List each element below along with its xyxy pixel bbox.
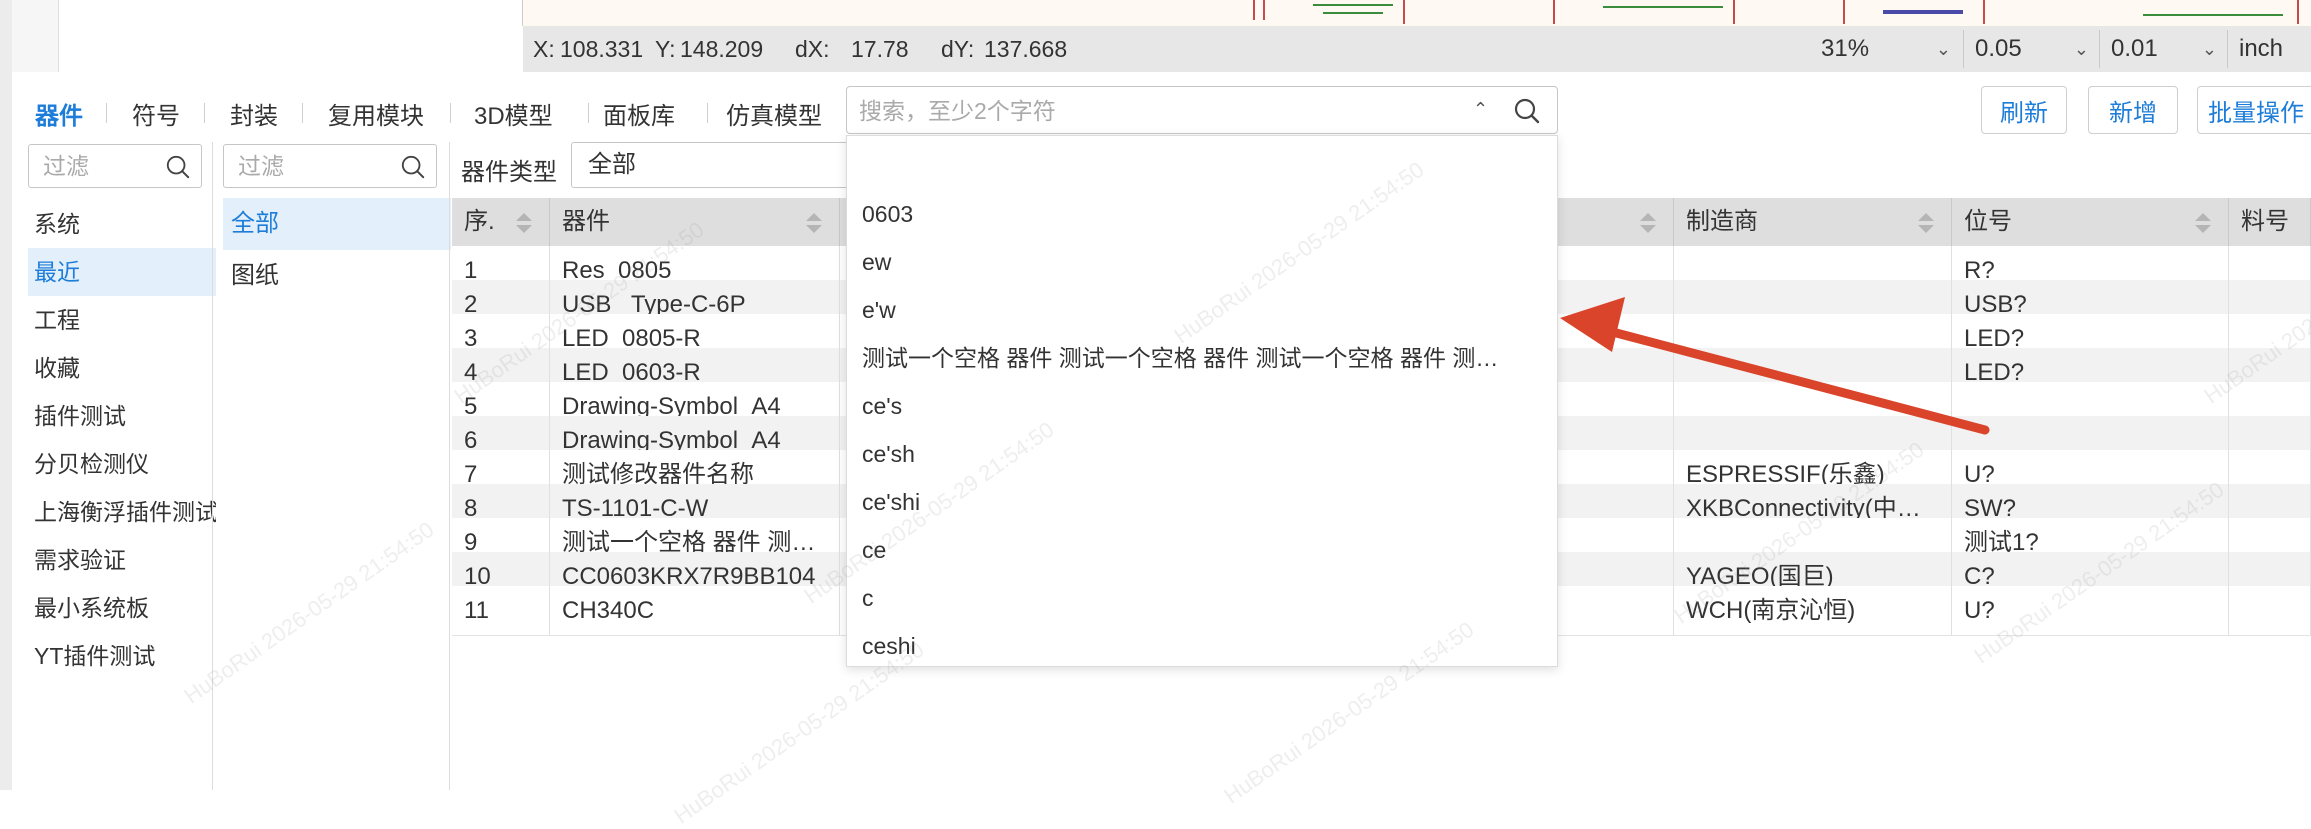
- search-history-dropdown: 0603 ew e'w 测试一个空格 器件 测试一个空格 器件 测试一个空格 器…: [846, 135, 1559, 670]
- category-item-shanghai-plugin[interactable]: 上海衡浮插件测试: [28, 488, 216, 536]
- unit-value: inch: [2239, 35, 2284, 62]
- grid-size-value: 0.05: [1975, 35, 2022, 62]
- zoom-value: 31%: [1821, 35, 1870, 62]
- table-cell: CH340C: [550, 586, 840, 636]
- tab-3d-models[interactable]: 3D模型: [474, 96, 553, 131]
- dx-label: dX:: [795, 36, 830, 62]
- column-header[interactable]: 器件: [550, 198, 840, 246]
- device-type-label: 器件类型: [461, 159, 557, 186]
- category-list: 系统 最近 工程 收藏 插件测试 分贝检测仪 上海衡浮插件测试 需求验证 最小系…: [28, 200, 216, 680]
- category-item-decibel-meter[interactable]: 分贝检测仪: [28, 440, 216, 488]
- column-header[interactable]: 序.: [452, 198, 550, 246]
- search-history-item[interactable]: 0603: [847, 190, 1559, 238]
- sort-icon[interactable]: [515, 211, 533, 235]
- dx-value: 17.78: [851, 36, 909, 62]
- library-panel: 器件 符号 封装 复用模块 3D模型 面板库 仿真模型 ⌃ 刷新 新增 批量操作: [12, 72, 2311, 790]
- search-icon[interactable]: [1513, 97, 1541, 125]
- subcategory-filter-box[interactable]: [223, 144, 437, 188]
- sort-icon[interactable]: [1917, 211, 1935, 235]
- zoom-select[interactable]: 31% ⌄: [1821, 30, 1951, 68]
- schematic-canvas[interactable]: [523, 0, 2311, 26]
- category-item-yt-plugin-test[interactable]: YT插件测试: [28, 632, 216, 680]
- search-history-item[interactable]: 测试一个空格 器件 测试一个空格 器件 测试一个空格 器件 测试一个空格: [847, 334, 1559, 382]
- category-item-plugin-test[interactable]: 插件测试: [28, 392, 216, 440]
- batch-operation-button[interactable]: 批量操作: [2197, 86, 2311, 134]
- tab-simulation-models[interactable]: 仿真模型: [726, 96, 822, 131]
- chevron-down-icon: ⌄: [1935, 38, 1951, 59]
- chevron-down-icon: ⌄: [2201, 38, 2217, 59]
- category-filter-box[interactable]: [28, 144, 202, 188]
- table-cell: U?: [1952, 586, 2229, 636]
- search-history-item[interactable]: ce'sh: [847, 430, 1559, 478]
- column-divider[interactable]: [212, 142, 213, 790]
- sort-icon[interactable]: [805, 211, 823, 235]
- y-label: Y:: [655, 36, 676, 62]
- search-history-item[interactable]: ceshi: [847, 622, 1559, 670]
- snap-size-value: 0.01: [2111, 35, 2158, 62]
- tab-devices[interactable]: 器件: [35, 96, 83, 131]
- column-header-label: 序.: [464, 208, 495, 235]
- search-history-item[interactable]: e'w: [847, 286, 1559, 334]
- column-header-label: 制造商: [1686, 208, 1758, 235]
- chevron-up-icon[interactable]: ⌃: [1473, 99, 1488, 120]
- tab-reuse-blocks[interactable]: 复用模块: [328, 96, 424, 131]
- category-item-favorites[interactable]: 收藏: [28, 344, 216, 392]
- subcategory-item-all[interactable]: 全部: [223, 198, 451, 250]
- search-history-item[interactable]: ce: [847, 526, 1559, 574]
- x-value: 108.331: [560, 36, 644, 62]
- sort-icon[interactable]: [1639, 211, 1657, 235]
- column-header[interactable]: 制造商: [1674, 198, 1952, 246]
- category-item-recent[interactable]: 最近: [28, 248, 216, 296]
- search-history-item[interactable]: ew: [847, 238, 1559, 286]
- search-icon: [166, 155, 190, 179]
- refresh-button[interactable]: 刷新: [1981, 86, 2067, 134]
- add-button[interactable]: 新增: [2088, 86, 2178, 134]
- table-cell: [2229, 586, 2311, 636]
- search-icon: [401, 155, 425, 179]
- unit-select[interactable]: inch: [2239, 30, 2305, 68]
- dy-label: dY:: [941, 36, 975, 62]
- subcategory-item-drawing[interactable]: 图纸: [223, 250, 451, 302]
- search-history-item[interactable]: c: [847, 574, 1559, 622]
- chevron-down-icon: ⌄: [2073, 38, 2089, 59]
- sort-icon[interactable]: [2194, 211, 2212, 235]
- column-header-label: 位号: [1964, 208, 2012, 235]
- y-value: 148.209: [680, 36, 764, 62]
- dy-value: 137.668: [984, 36, 1068, 62]
- category-item-project[interactable]: 工程: [28, 296, 216, 344]
- category-item-requirement-check[interactable]: 需求验证: [28, 536, 216, 584]
- column-header[interactable]: 料号: [2229, 198, 2311, 246]
- column-header[interactable]: 位号: [1952, 198, 2229, 246]
- search-history-list: 0603 ew e'w 测试一个空格 器件 测试一个空格 器件 测试一个空格 器…: [847, 190, 1559, 670]
- subcategory-list: 全部 图纸: [223, 198, 451, 302]
- snap-size-select[interactable]: 0.01 ⌄: [2111, 30, 2217, 68]
- search-history-item[interactable]: ce's: [847, 382, 1559, 430]
- grid-size-select[interactable]: 0.05 ⌄: [1975, 30, 2089, 68]
- table-cell: 11: [452, 586, 550, 636]
- column-header-label: 料号: [2241, 208, 2289, 235]
- canvas-preview-area: [59, 0, 523, 26]
- category-item-system[interactable]: 系统: [28, 200, 216, 248]
- column-header-label: 器件: [562, 208, 610, 235]
- library-search-input[interactable]: [859, 96, 1419, 126]
- table-cell: WCH(南京沁恒): [1674, 586, 1952, 636]
- x-label: X:: [533, 36, 555, 62]
- category-filter-input[interactable]: [43, 153, 153, 179]
- left-gutter: [0, 0, 12, 790]
- category-item-min-system-board[interactable]: 最小系统板: [28, 584, 216, 632]
- tab-panel-library[interactable]: 面板库: [603, 96, 675, 131]
- library-search-box[interactable]: ⌃: [846, 86, 1558, 134]
- tab-footprints[interactable]: 封装: [230, 96, 278, 131]
- tab-symbols[interactable]: 符号: [132, 96, 180, 131]
- search-history-item[interactable]: ce'shi: [847, 478, 1559, 526]
- subcategory-filter-input[interactable]: [238, 153, 348, 179]
- coordinate-status-bar: X: 108.331 Y: 148.209 dX: 17.78 dY: 137.…: [523, 26, 2311, 72]
- device-type-select[interactable]: 全部: [571, 142, 863, 188]
- column-divider[interactable]: [449, 142, 450, 790]
- canvas-left-panel: [12, 0, 59, 72]
